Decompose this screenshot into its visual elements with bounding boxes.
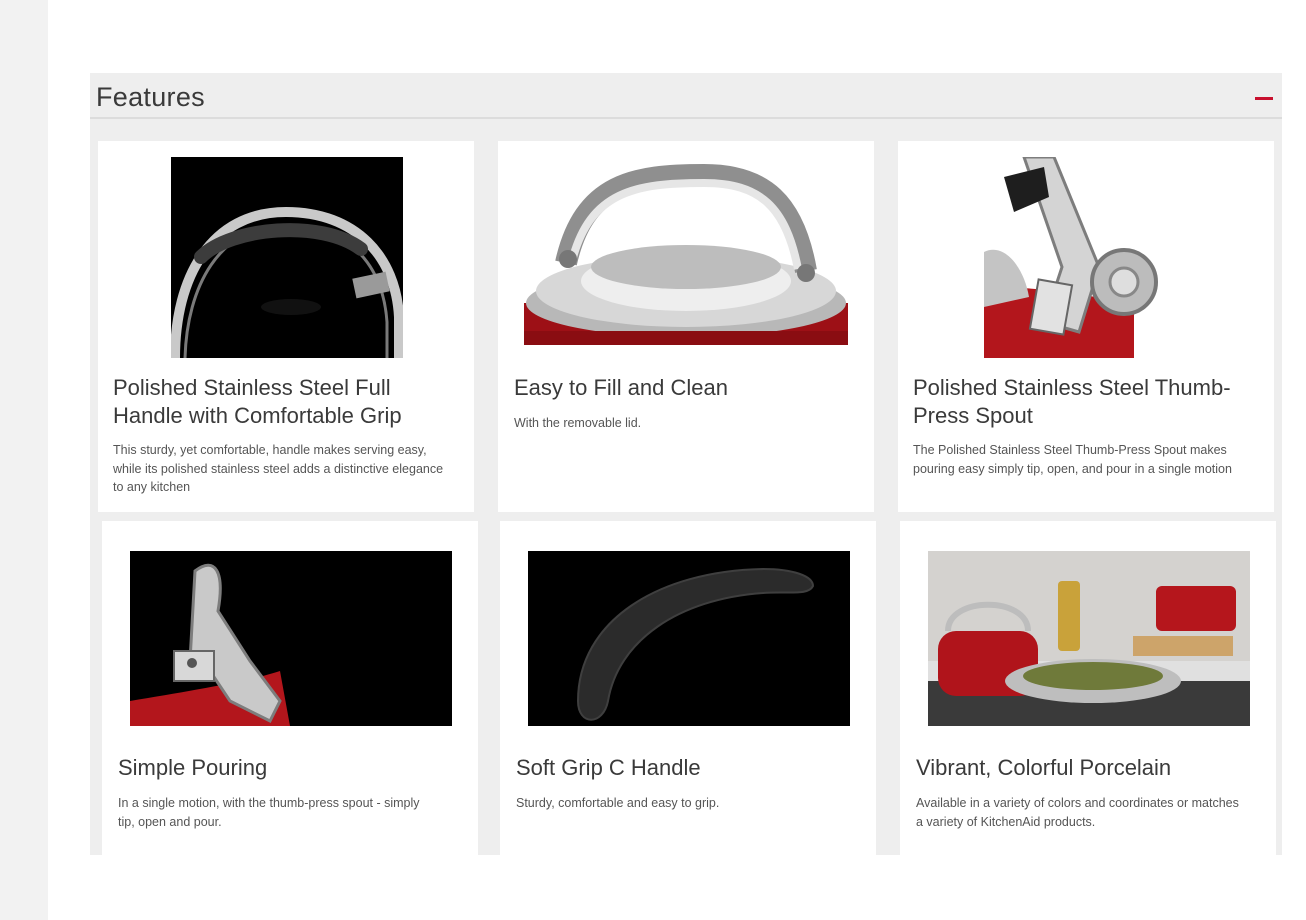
kettle-removable-lid-image [524,163,848,345]
feature-card-simple-pouring: Simple Pouring In a single motion, with … [102,521,478,861]
kettle-full-handle-image [171,157,403,358]
feature-card-thumb-press-spout: Polished Stainless Steel Thumb-Press Spo… [898,141,1274,512]
features-header[interactable]: Features [90,73,1282,119]
feature-title: Easy to Fill and Clean [514,375,728,400]
kettle-thumb-press-spout-image [984,157,1174,358]
feature-description: In a single motion, with the thumb-press… [118,796,420,829]
feature-description: Available in a variety of colors and coo… [916,796,1239,829]
feature-title: Simple Pouring [118,755,268,780]
feature-title: Soft Grip C Handle [516,755,701,780]
kitchen-scene-porcelain-image [928,551,1250,726]
feature-card-soft-grip-handle: Soft Grip C Handle Sturdy, comfortable a… [500,521,876,861]
minus-icon [1255,97,1273,100]
soft-grip-c-handle-image [528,551,850,726]
feature-card-fill-and-clean: Easy to Fill and Clean With the removabl… [498,141,874,512]
feature-card-full-handle: Polished Stainless Steel Full Handle wit… [98,141,474,512]
feature-description: With the removable lid. [514,416,642,430]
feature-title: Vibrant, Colorful Porcelain [916,755,1172,780]
feature-title: Polished Stainless Steel Full Handle wit… [113,375,402,428]
feature-description: The Polished Stainless Steel Thumb-Press… [913,443,1232,476]
collapse-minus-icon[interactable] [1252,87,1278,107]
kettle-spout-pouring-image [130,551,452,726]
feature-title: Polished Stainless Steel Thumb-Press Spo… [913,375,1231,428]
feature-description: Sturdy, comfortable and easy to grip. [516,796,720,810]
features-panel: Features Polished Stainless Steel Full H… [90,73,1282,861]
feature-description: This sturdy, yet comfortable, handle mak… [113,443,444,494]
left-rail [0,0,48,920]
feature-card-porcelain: Vibrant, Colorful Porcelain Available in… [900,521,1276,861]
features-title: Features [96,82,205,112]
